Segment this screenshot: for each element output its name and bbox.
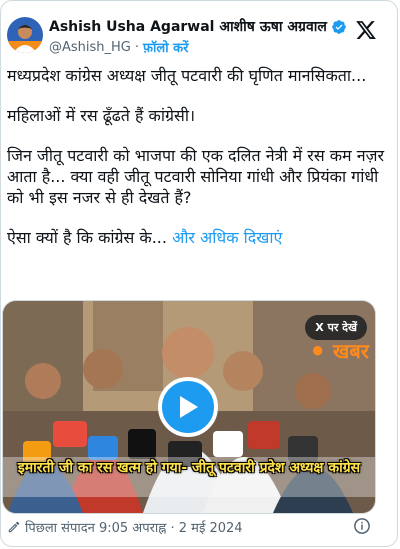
verified-badge-icon [331,19,347,35]
tweet-truncated-text: ऐसा क्यों है कि कांग्रेस के... [7,228,167,247]
tweet-paragraph-4: ऐसा क्यों है कि कांग्रेस के... और अधिक द… [7,227,391,248]
tweet-paragraph-3: जिन जीतू पटवारी को भाजपा की एक दलित नेत्… [7,146,384,207]
tweet-card: Ashish Usha Agarwal आशीष ऊषा अग्रवाल @As… [0,0,398,547]
video-caption: इमारती जी का रस खत्म हो गया- जीतू पटवारी… [17,460,361,476]
play-icon [180,396,198,418]
news-brand-logo: ⚫ खबर [309,337,369,364]
tweet-paragraph-1: मध्यप्रदेश कांग्रेस अध्यक्ष जीतू पटवारी … [7,66,367,85]
tweet-paragraph-2: महिलाओं में रस ढूँढते हैं कांग्रेसी। [7,106,196,125]
news-brand-text: खबर [333,339,369,363]
edited-timestamp[interactable]: पिछला संपादन 9:05 अपराह्न · 2 मई 2024 [25,518,243,536]
handle-separator: · [134,39,140,55]
tweet-header: Ashish Usha Agarwal आशीष ऊषा अग्रवाल @As… [1,1,397,63]
watch-on-x-button[interactable]: X पर देखें [305,315,367,340]
news-brand-icon: ⚫ [309,339,327,363]
play-button[interactable] [158,377,218,437]
avatar[interactable] [7,17,43,53]
author-handle-row: @Ashish_HG · फ़ॉलो करें [49,38,188,57]
tweet-footer: पिछला संपादन 9:05 अपराह्न · 2 मई 2024 [7,518,243,536]
x-logo-icon[interactable] [355,19,377,41]
author-name-row[interactable]: Ashish Usha Agarwal आशीष ऊषा अग्रवाल [49,17,347,36]
show-more-link[interactable]: और अधिक दिखाएं [172,228,282,247]
follow-button[interactable]: फ़ॉलो करें [143,38,188,56]
tweet-text: मध्यप्रदेश कांग्रेस अध्यक्ष जीतू पटवारी … [7,65,391,248]
edit-pencil-icon [7,520,21,534]
author-handle[interactable]: @Ashish_HG [49,40,131,55]
author-display-name[interactable]: Ashish Usha Agarwal आशीष ऊषा अग्रवाल [49,17,327,36]
info-icon[interactable] [353,517,371,535]
video-media[interactable]: ⚫ खबर X पर देखें इमारती जी का रस खत्म हो… [2,300,376,514]
